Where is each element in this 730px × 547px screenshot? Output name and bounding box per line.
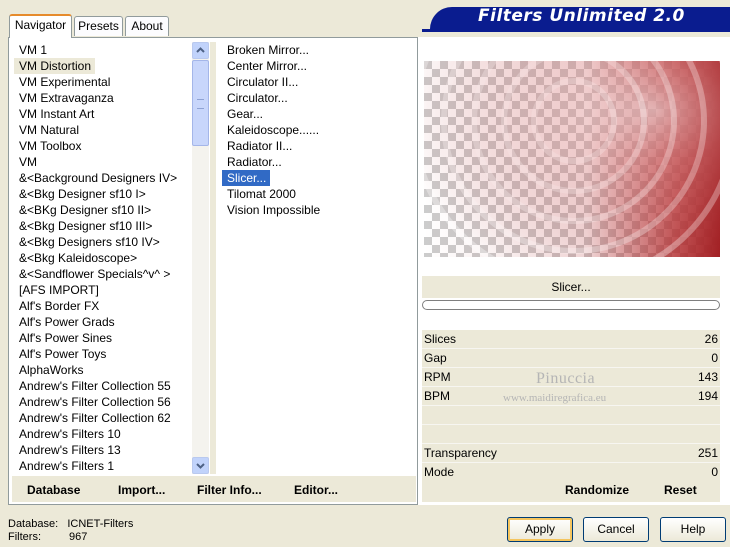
status-filters-value: 967: [69, 531, 88, 543]
category-list[interactable]: VM 1 VM Distortion VM Experimental VM Extra…: [14, 42, 192, 474]
chevron-down-icon: [196, 463, 205, 469]
cancel-button[interactable]: Cancel: [583, 517, 649, 542]
preview-filter-name: Slicer...: [422, 276, 720, 298]
category-item[interactable]: &<Bkg Designers sf10 IV>: [14, 234, 192, 250]
filter-item[interactable]: Vision Impossible: [222, 202, 414, 218]
scroll-up-button[interactable]: [192, 42, 209, 59]
import-button[interactable]: Import...: [118, 476, 165, 504]
settings-toolbar: Randomize Reset: [422, 476, 720, 502]
database-button[interactable]: Database: [27, 476, 80, 504]
category-item[interactable]: &<Bkg Designer sf10 III>: [14, 218, 192, 234]
param-row-empty: [422, 425, 720, 444]
category-item[interactable]: VM Instant Art: [14, 106, 192, 122]
param-name: RPM: [424, 370, 451, 384]
category-scrollbar[interactable]: [192, 42, 209, 474]
filter-item[interactable]: Circulator II...: [222, 74, 414, 90]
scroll-down-button[interactable]: [192, 457, 209, 474]
status-filters: Filters: 967: [8, 531, 87, 543]
preview-image: [424, 61, 720, 257]
category-item[interactable]: &<Sandflower Specials^v^ >: [14, 266, 192, 282]
param-row-slices[interactable]: Slices 26: [422, 330, 720, 349]
preview-progress-bar: [422, 300, 720, 310]
watermark-url: www.maidiregrafica.eu: [503, 392, 607, 404]
category-item[interactable]: Andrew's Filters 10: [14, 426, 192, 442]
category-item[interactable]: Andrew's Filter Collection 62: [14, 410, 192, 426]
category-item[interactable]: Alf's Border FX: [14, 298, 192, 314]
reset-button[interactable]: Reset: [664, 476, 697, 504]
category-item[interactable]: Andrew's Filters 13: [14, 442, 192, 458]
category-item[interactable]: [AFS IMPORT]: [14, 282, 192, 298]
category-item[interactable]: &<BKg Designer sf10 II>: [14, 202, 192, 218]
tab-presets[interactable]: Presets: [74, 16, 123, 36]
list-divider: [210, 42, 216, 474]
category-item[interactable]: VM Extravaganza: [14, 90, 192, 106]
status-filters-label: Filters:: [8, 531, 41, 543]
tab-navigator[interactable]: Navigator: [9, 14, 72, 38]
status-database-label: Database:: [8, 518, 59, 530]
filter-item[interactable]: Gear...: [222, 106, 414, 122]
filter-item[interactable]: Circulator...: [222, 90, 414, 106]
app-title: Filters Unlimited 2.0: [478, 6, 685, 26]
category-item[interactable]: VM Experimental: [14, 74, 192, 90]
param-value[interactable]: 143: [698, 368, 718, 386]
param-row-gap[interactable]: Gap 0: [422, 349, 720, 368]
filter-item[interactable]: Radiator...: [222, 154, 414, 170]
param-value[interactable]: 251: [698, 444, 718, 462]
filter-item[interactable]: Tilomat 2000: [222, 186, 414, 202]
category-item[interactable]: Andrew's Filter Collection 56: [14, 394, 192, 410]
filter-item[interactable]: Kaleidoscope......: [222, 122, 414, 138]
category-item[interactable]: VM: [14, 154, 192, 170]
category-item[interactable]: AlphaWorks: [14, 362, 192, 378]
status-database-value: ICNET-Filters: [67, 518, 134, 530]
param-name: Transparency: [424, 446, 497, 460]
param-name: BPM: [424, 389, 451, 403]
filter-item[interactable]: Broken Mirror...: [222, 42, 414, 58]
category-item[interactable]: VM Distortion: [14, 58, 96, 74]
apply-button[interactable]: Apply: [507, 517, 573, 542]
category-item[interactable]: VM Natural: [14, 122, 192, 138]
filter-info-button[interactable]: Filter Info...: [197, 476, 262, 504]
category-item[interactable]: Alf's Power Grads: [14, 314, 192, 330]
category-item[interactable]: Alf's Power Sines: [14, 330, 192, 346]
category-item[interactable]: Andrew's Filters 1: [14, 458, 192, 474]
filter-item[interactable]: Radiator II...: [222, 138, 414, 154]
category-item[interactable]: Alf's Power Toys: [14, 346, 192, 362]
param-value[interactable]: 0: [711, 349, 718, 367]
filter-item[interactable]: Slicer...: [222, 169, 272, 187]
category-item[interactable]: &<Bkg Kaleidoscope>: [14, 250, 192, 266]
chevron-up-icon: [196, 47, 205, 53]
randomize-button[interactable]: Randomize: [565, 476, 629, 504]
status-database: Database: ICNET-Filters: [8, 518, 133, 530]
param-name: Gap: [424, 351, 447, 365]
watermark-name: Pinuccia: [536, 370, 596, 387]
param-row-transparency[interactable]: Transparency 251: [422, 444, 720, 463]
parameter-list: Slices 26 Gap 0 RPM 143 BPM 194 Transparency 251 M…: [422, 330, 720, 482]
help-button[interactable]: Help: [660, 517, 726, 542]
filter-list[interactable]: Broken Mirror... Center Mirror... Circulat…: [222, 42, 414, 474]
editor-button[interactable]: Editor...: [294, 476, 338, 504]
param-value[interactable]: 194: [698, 387, 718, 405]
navigator-toolbar: Database Import... Filter Info... Editor…: [12, 476, 416, 502]
category-item[interactable]: &<Bkg Designer sf10 I>: [14, 186, 192, 202]
category-item[interactable]: Andrew's Filter Collection 55: [14, 378, 192, 394]
param-row-empty: [422, 406, 720, 425]
category-item[interactable]: &<Background Designers IV>: [14, 170, 192, 186]
category-item[interactable]: VM 1: [14, 42, 192, 58]
filter-item[interactable]: Center Mirror...: [222, 58, 414, 74]
category-item[interactable]: VM Toolbox: [14, 138, 192, 154]
tab-about[interactable]: About: [125, 16, 169, 36]
title-banner-underline: [422, 29, 730, 32]
filter-preview: [424, 61, 720, 257]
param-value[interactable]: 26: [705, 330, 718, 348]
param-name: Slices: [424, 332, 457, 346]
scroll-thumb[interactable]: [192, 60, 209, 146]
